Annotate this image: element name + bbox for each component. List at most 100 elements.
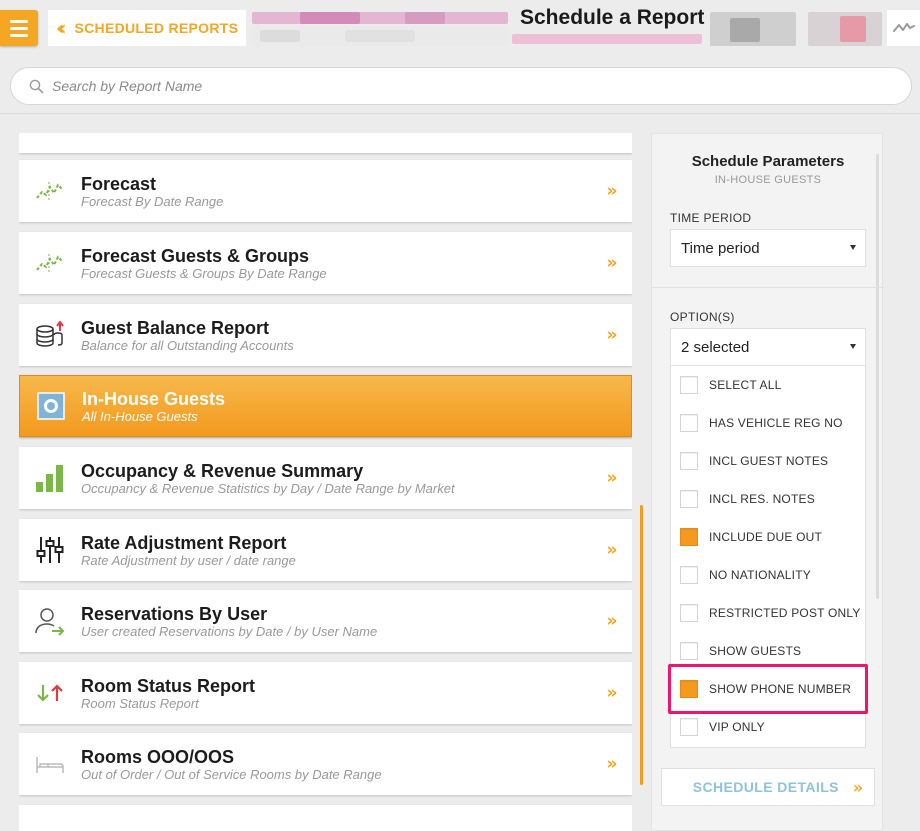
report-card-in-house-guests[interactable]: In-House Guests All In-House Guests <box>19 375 632 437</box>
report-subtitle: Rate Adjustment by user / date range <box>81 552 296 568</box>
chevron-right-icon: » <box>606 540 618 560</box>
bed-icon <box>19 733 81 795</box>
bar-chart-icon <box>19 447 81 509</box>
time-period-label: TIME PERIOD <box>670 211 752 225</box>
caret-down-icon <box>850 344 856 349</box>
report-subtitle: Forecast By Date Range <box>81 193 224 209</box>
option-label: RESTRICTED POST ONLY <box>709 606 861 620</box>
checkbox[interactable] <box>680 566 698 584</box>
chevron-right-icon: » <box>606 611 618 631</box>
report-title: Forecast Guests & Groups <box>81 245 310 266</box>
schedule-parameters-panel: Schedule Parameters IN-HOUSE GUESTS TIME… <box>651 133 884 831</box>
chevron-right-icon: » <box>852 777 864 797</box>
options-select[interactable]: 2 selected <box>670 328 866 366</box>
checkbox[interactable] <box>680 414 698 432</box>
report-card-partial[interactable] <box>19 133 632 153</box>
report-subtitle: All In-House Guests <box>82 408 198 424</box>
report-card-partial[interactable] <box>19 805 632 831</box>
chevron-right-icon: » <box>606 181 618 201</box>
checkbox[interactable] <box>680 452 698 470</box>
schedule-details-label: SCHEDULE DETAILS <box>692 779 839 795</box>
menu-line <box>10 33 28 37</box>
report-title: Forecast <box>81 173 157 194</box>
back-to-scheduled-reports-link[interactable]: ‹‹ SCHEDULED REPORTS <box>48 10 246 46</box>
time-period-select[interactable]: Time period <box>670 229 866 267</box>
chevron-right-icon: » <box>606 253 618 273</box>
report-card-rooms-ooo-oos[interactable]: Rooms OOO/OOS Out of Order / Out of Servi… <box>19 733 632 795</box>
option-label: INCL GUEST NOTES <box>709 454 829 468</box>
option-label: INCL RES. NOTES <box>709 492 815 506</box>
double-chevron-left-icon: ‹‹ <box>56 16 67 40</box>
checkbox[interactable] <box>680 642 698 660</box>
option-select-all[interactable]: SELECT ALL <box>671 366 865 404</box>
checkbox[interactable] <box>680 604 698 622</box>
report-subtitle: Balance for all Outstanding Accounts <box>81 337 294 353</box>
report-title: In-House Guests <box>82 388 226 409</box>
report-title: Rooms OOO/OOS <box>81 746 235 767</box>
user-arrow-icon <box>19 590 81 652</box>
chevron-right-icon: » <box>606 468 618 488</box>
search-icon <box>29 79 44 93</box>
report-card-occupancy-revenue[interactable]: Occupancy & Revenue Summary Occupancy & R… <box>19 447 632 509</box>
report-subtitle: Forecast Guests & Groups By Date Range <box>81 265 327 281</box>
option-restricted-post-only[interactable]: RESTRICTED POST ONLY <box>671 594 865 632</box>
up-down-arrows-icon <box>19 662 81 724</box>
report-subtitle: User created Reservations by Date / by U… <box>81 623 378 639</box>
options-value: 2 selected <box>681 338 750 356</box>
checkbox[interactable] <box>680 718 698 736</box>
panel-scrollbar[interactable] <box>876 154 879 599</box>
top-bar: ‹‹ SCHEDULED REPORTS Schedule a Report <box>0 0 920 55</box>
page-title: Schedule a Report <box>520 6 705 29</box>
report-title: Reservations By User <box>81 603 268 624</box>
report-card-room-status[interactable]: Room Status Report Room Status Report » <box>19 662 632 724</box>
panel-title: Schedule Parameters <box>691 153 845 170</box>
options-label: OPTION(S) <box>670 310 735 324</box>
divider <box>0 113 920 114</box>
option-label: SELECT ALL <box>709 378 782 392</box>
list-scrollbar[interactable] <box>640 505 643 785</box>
option-include-due-out[interactable]: INCLUDE DUE OUT <box>671 518 865 556</box>
option-label: NO NATIONALITY <box>709 568 811 582</box>
report-card-forecast[interactable]: Forecast Forecast By Date Range » <box>19 160 632 222</box>
chevron-right-icon: » <box>606 754 618 774</box>
activity-pulse-icon[interactable] <box>887 10 920 46</box>
option-incl-res-notes[interactable]: INCL RES. NOTES <box>671 480 865 518</box>
hamburger-menu-button[interactable] <box>0 10 38 46</box>
report-title: Rate Adjustment Report <box>81 532 287 553</box>
report-card-forecast-guests-groups[interactable]: Forecast Guests & Groups Forecast Guests … <box>19 232 632 294</box>
report-card-guest-balance[interactable]: Guest Balance Report Balance for all Outs… <box>19 304 632 366</box>
report-title: Occupancy & Revenue Summary <box>81 460 364 481</box>
report-card-rate-adjustment[interactable]: Rate Adjustment Report Rate Adjustment by… <box>19 519 632 581</box>
report-list[interactable]: Forecast Forecast By Date Range » Forecas… <box>19 133 632 831</box>
checkbox[interactable] <box>680 490 698 508</box>
option-no-nationality[interactable]: NO NATIONALITY <box>671 556 865 594</box>
panel-subtitle: IN-HOUSE GUESTS <box>714 174 822 186</box>
coin-stack-icon <box>19 304 81 366</box>
chevron-right-icon: » <box>606 325 618 345</box>
schedule-details-button[interactable]: SCHEDULE DETAILS » <box>661 768 875 806</box>
menu-line <box>10 26 28 30</box>
report-card-reservations-by-user[interactable]: Reservations By User User created Reserva… <box>19 590 632 652</box>
divider <box>652 287 884 288</box>
option-label: HAS VEHICLE REG NO <box>709 416 843 430</box>
option-has-vehicle-reg-no[interactable]: HAS VEHICLE REG NO <box>671 404 865 442</box>
highlight-box <box>668 664 868 714</box>
checkbox-checked[interactable] <box>680 528 698 546</box>
option-label: SHOW GUESTS <box>709 644 802 658</box>
time-period-value: Time period <box>681 239 760 257</box>
option-incl-guest-notes[interactable]: INCL GUEST NOTES <box>671 442 865 480</box>
report-subtitle: Occupancy & Revenue Statistics by Day / … <box>81 480 455 496</box>
report-subtitle: Room Status Report <box>81 695 199 711</box>
report-subtitle: Out of Order / Out of Service Rooms by D… <box>81 766 382 782</box>
menu-line <box>10 19 28 23</box>
report-title: Guest Balance Report <box>81 317 270 338</box>
trend-line-icon <box>19 232 81 294</box>
square-ring-icon <box>20 375 82 437</box>
checkbox[interactable] <box>680 376 698 394</box>
search-input[interactable] <box>52 78 852 94</box>
option-label: VIP ONLY <box>709 720 765 734</box>
sliders-icon <box>19 519 81 581</box>
search-bar[interactable] <box>10 67 912 105</box>
caret-down-icon <box>850 245 856 250</box>
report-title: Room Status Report <box>81 675 256 696</box>
